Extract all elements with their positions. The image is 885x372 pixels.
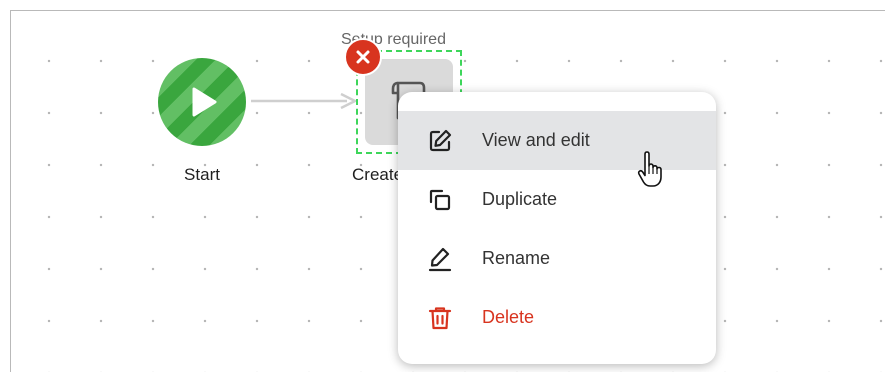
menu-item-label: Delete [482,307,535,327]
duplicate-icon [426,186,454,214]
play-icon [192,87,217,117]
node-context-menu: View and edit Duplicate Rename Delete [398,92,716,364]
start-node[interactable] [158,58,246,146]
menu-item-label: Rename [482,248,551,268]
menu-item-view-edit[interactable]: View and edit [398,111,716,170]
close-icon [356,50,370,64]
error-badge[interactable] [344,38,382,76]
connector-arrow [251,93,357,109]
trash-icon [426,304,454,332]
start-node-label: Start [184,165,220,184]
rename-icon [426,245,454,273]
menu-item-label: View and edit [482,130,590,150]
create-node-label: Create [352,165,404,184]
menu-item-duplicate[interactable]: Duplicate [398,170,716,229]
menu-item-rename[interactable]: Rename [398,229,716,288]
edit-icon [426,127,454,155]
pointer-hand-icon [637,151,662,187]
menu-item-delete[interactable]: Delete [398,288,716,347]
menu-item-label: Duplicate [482,189,558,209]
